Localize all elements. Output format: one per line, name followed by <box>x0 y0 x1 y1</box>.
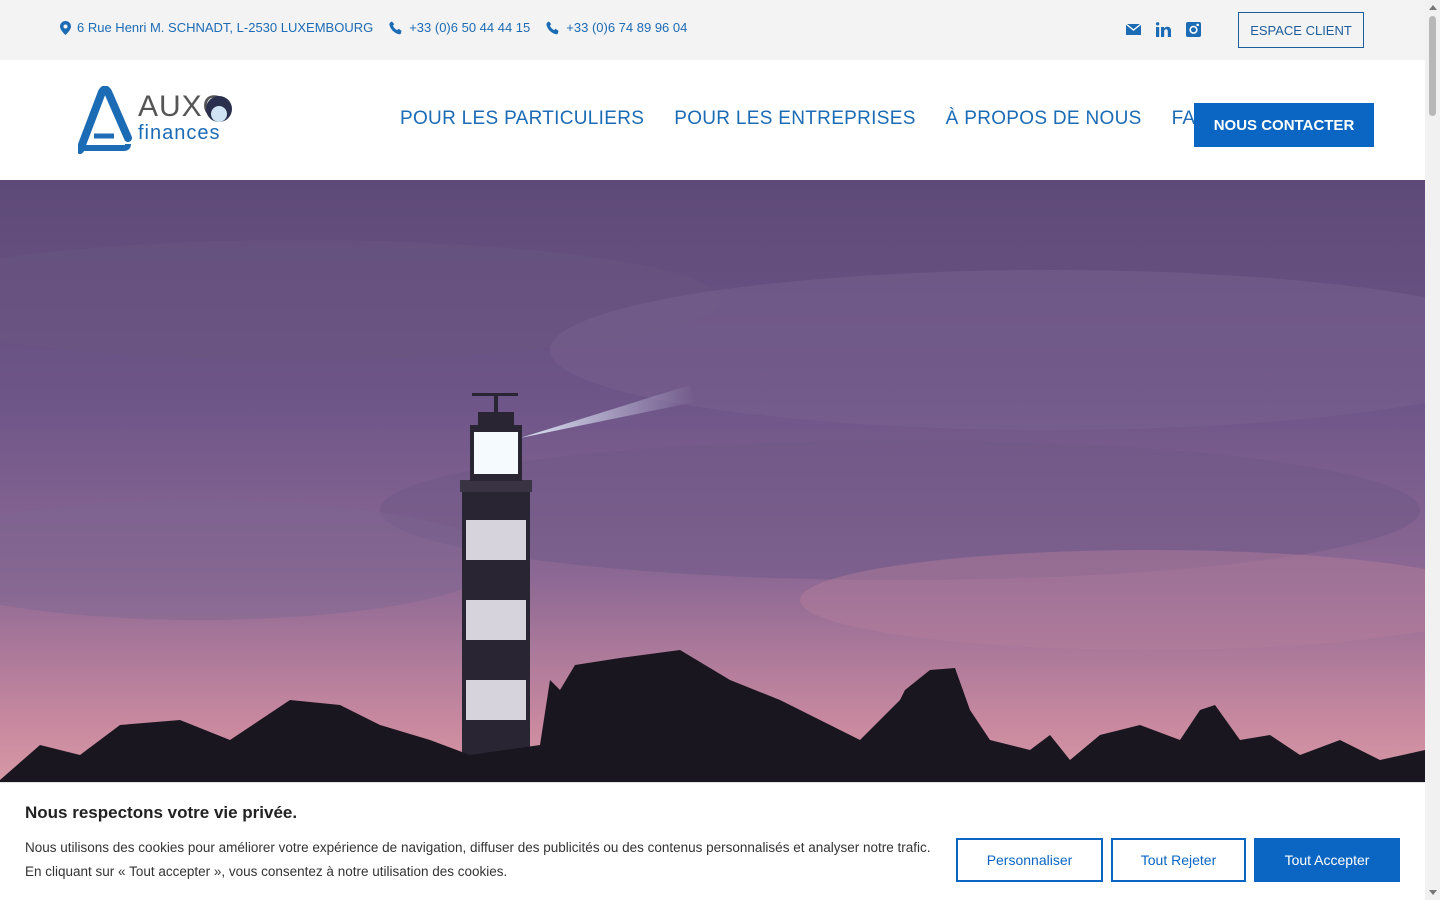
phone-icon <box>389 21 402 34</box>
phone-icon <box>546 21 559 34</box>
cookie-title: Nous respectons votre vie privée. <box>25 803 298 822</box>
reject-all-button[interactable]: Tout Rejeter <box>1111 838 1246 882</box>
address-item: 6 Rue Henri M. SCHNADT, L-2530 LUXEMBOUR… <box>60 20 373 35</box>
customize-button[interactable]: Personnaliser <box>956 838 1103 882</box>
logo-subtitle: finances <box>138 122 221 144</box>
contact-button[interactable]: NOUS CONTACTER <box>1194 103 1374 147</box>
main-nav: POUR LES PARTICULIERS POUR LES ENTREPRIS… <box>400 108 1241 130</box>
main-header: AUXO finances POUR LES PARTICULIERS POUR… <box>0 60 1425 180</box>
social-links <box>1124 20 1214 38</box>
page-scrollbar[interactable] <box>1425 0 1440 900</box>
mail-icon[interactable] <box>1124 20 1142 38</box>
linkedin-icon[interactable] <box>1154 20 1172 38</box>
address-text: 6 Rue Henri M. SCHNADT, L-2530 LUXEMBOUR… <box>77 20 374 35</box>
scroll-down-arrow[interactable] <box>1429 890 1437 895</box>
auxo-logo-mark <box>78 86 132 154</box>
scroll-up-arrow[interactable] <box>1429 5 1437 10</box>
espace-client-button[interactable]: ESPACE CLIENT <box>1238 12 1364 48</box>
cookie-banner: Nous respectons votre vie privée. Nous u… <box>0 782 1425 900</box>
site-logo[interactable]: AUXO finances <box>78 86 238 154</box>
nav-a-propos[interactable]: À PROPOS DE NOUS <box>946 108 1142 130</box>
nav-particuliers[interactable]: POUR LES PARTICULIERS <box>400 108 644 130</box>
phone-text-1: +33 (0)6 50 44 44 15 <box>409 20 531 35</box>
instagram-icon[interactable] <box>1184 20 1202 38</box>
accept-all-button[interactable]: Tout Accepter <box>1254 838 1400 882</box>
top-bar: 6 Rue Henri M. SCHNADT, L-2530 LUXEMBOUR… <box>0 0 1425 60</box>
nav-entreprises[interactable]: POUR LES ENTREPRISES <box>674 108 915 130</box>
phone-item-2[interactable]: +33 (0)6 74 89 96 04 <box>546 20 687 35</box>
phone-item-1[interactable]: +33 (0)6 50 44 44 15 <box>389 20 530 35</box>
contact-info: 6 Rue Henri M. SCHNADT, L-2530 LUXEMBOUR… <box>60 20 703 35</box>
cookie-text: Nous utilisons des cookies pour améliore… <box>25 840 931 879</box>
logo-circle-icon <box>206 96 232 122</box>
scroll-thumb[interactable] <box>1429 16 1436 116</box>
map-pin-icon <box>60 20 71 35</box>
phone-text-2: +33 (0)6 74 89 96 04 <box>566 20 688 35</box>
